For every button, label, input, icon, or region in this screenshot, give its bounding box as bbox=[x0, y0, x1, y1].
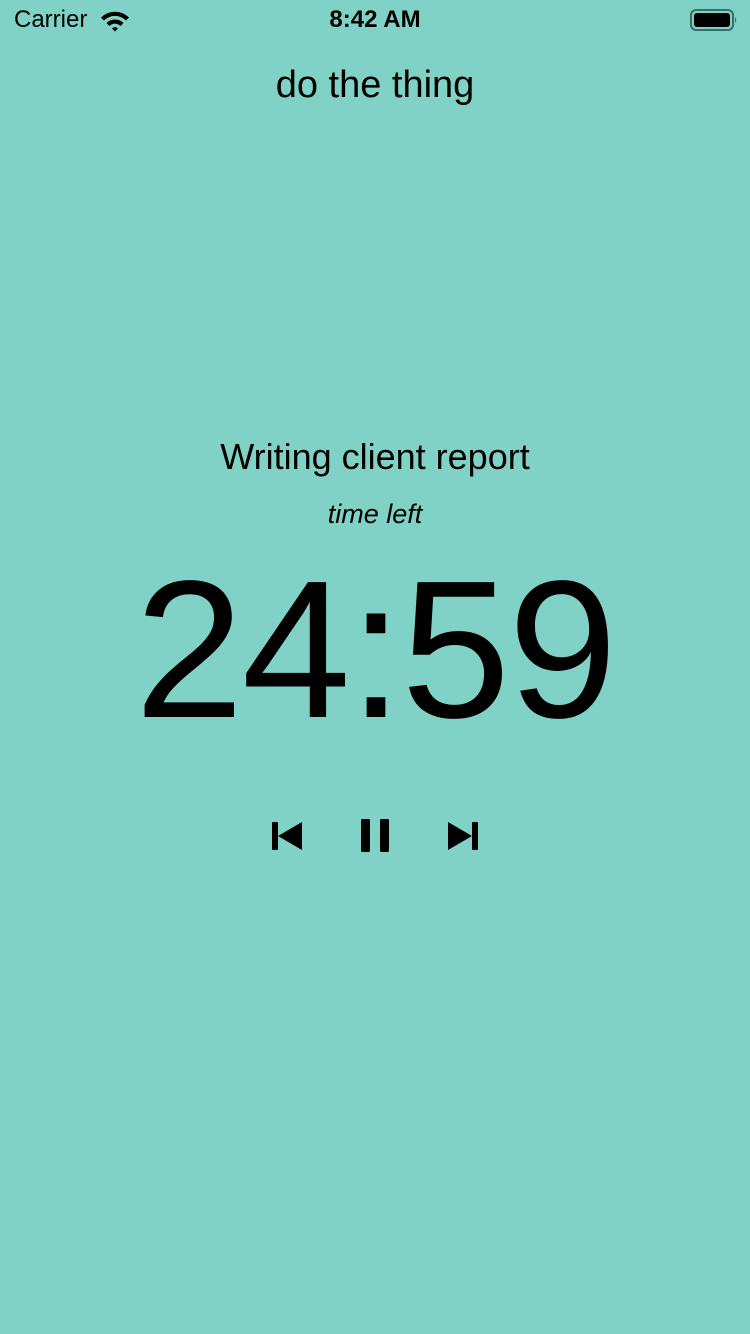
pause-icon bbox=[361, 819, 389, 852]
task-name: Writing client report bbox=[220, 436, 530, 477]
status-bar: Carrier 8:42 AM bbox=[0, 0, 750, 40]
time-left-caption: time left bbox=[327, 499, 423, 529]
countdown-timer: 24:59 bbox=[134, 540, 617, 759]
status-time: 8:42 AM bbox=[329, 6, 421, 33]
battery-icon bbox=[690, 8, 738, 32]
skip-back-icon bbox=[272, 822, 302, 850]
pause-button[interactable] bbox=[351, 812, 399, 860]
previous-button[interactable] bbox=[263, 812, 311, 860]
next-button[interactable] bbox=[439, 812, 487, 860]
app-title: do the thing bbox=[275, 64, 475, 106]
skip-forward-icon bbox=[448, 822, 478, 850]
